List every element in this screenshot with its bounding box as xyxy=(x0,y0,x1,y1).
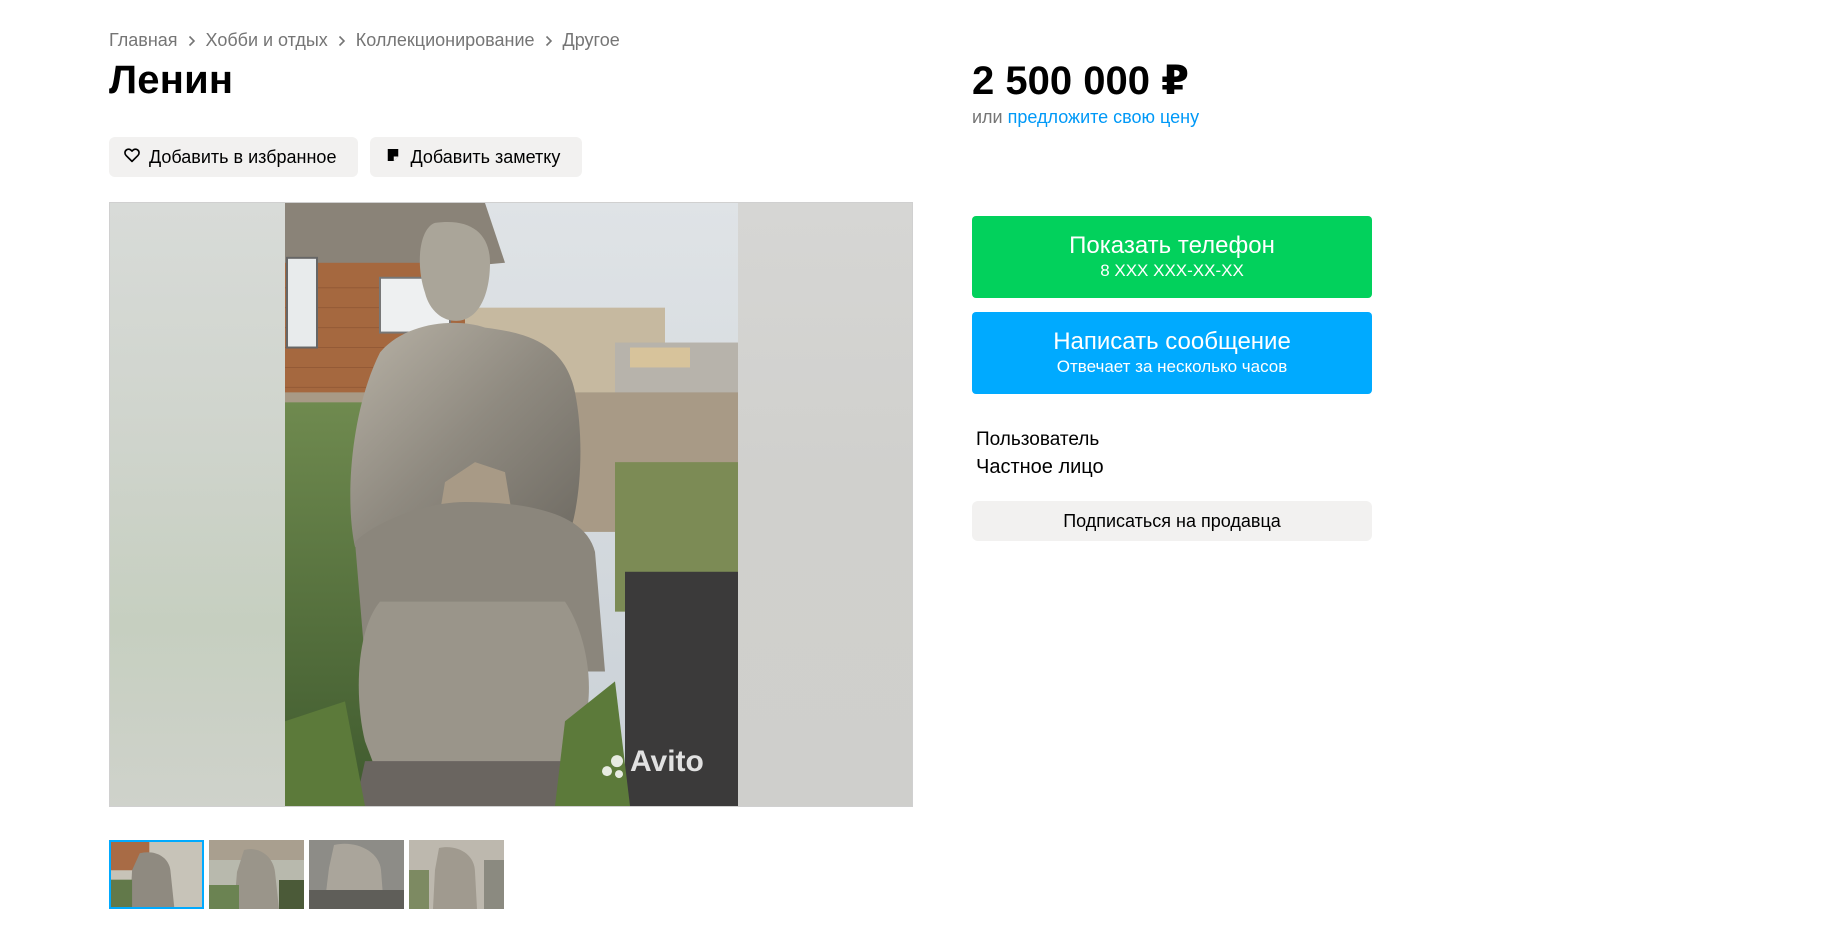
thumbnail-1[interactable] xyxy=(109,840,204,909)
chevron-right-icon xyxy=(188,35,196,47)
thumbnail-3[interactable] xyxy=(309,840,404,909)
gallery-blur-right xyxy=(737,203,912,806)
price: 2 500 000 ₽ xyxy=(972,59,1189,103)
heart-icon xyxy=(123,146,141,169)
show-phone-button[interactable]: Показать телефон 8 XXX XXX-XX-XX xyxy=(972,216,1372,298)
chevron-right-icon xyxy=(338,35,346,47)
phone-masked: 8 XXX XXX-XX-XX xyxy=(1100,261,1244,280)
thumbnail-2[interactable] xyxy=(209,840,304,909)
add-note-label: Добавить заметку xyxy=(410,146,561,167)
breadcrumb-other[interactable]: Другое xyxy=(563,30,620,51)
show-phone-label: Показать телефон xyxy=(1069,232,1275,259)
thumbnail-strip xyxy=(109,840,504,909)
photo-gallery[interactable]: Avito xyxy=(109,202,913,807)
write-message-label: Написать сообщение xyxy=(1053,328,1291,355)
suggest-price-link[interactable]: предложите свою цену xyxy=(1008,107,1199,127)
main-photo[interactable]: Avito xyxy=(285,203,738,806)
breadcrumb-home[interactable]: Главная xyxy=(109,30,178,51)
breadcrumb: Главная Хобби и отдых Коллекционирование… xyxy=(109,30,620,51)
note-icon xyxy=(384,146,402,169)
seller-name[interactable]: Пользователь xyxy=(976,429,1099,451)
write-message-button[interactable]: Написать сообщение Отвечает за несколько… xyxy=(972,312,1372,394)
breadcrumb-collecting[interactable]: Коллекционирование xyxy=(356,30,535,51)
add-to-favorites-label: Добавить в избранное xyxy=(149,146,337,167)
response-time: Отвечает за несколько часов xyxy=(1056,357,1288,376)
listing-actions: Добавить в избранное Добавить заметку xyxy=(109,137,583,177)
avito-watermark: Avito xyxy=(630,745,704,778)
add-note-button[interactable]: Добавить заметку xyxy=(370,137,583,177)
price-offer: или предложите свою цену xyxy=(972,107,1199,128)
add-to-favorites-button[interactable]: Добавить в избранное xyxy=(109,137,359,177)
page-title: Ленин xyxy=(109,58,234,102)
offer-prefix: или xyxy=(972,107,1003,127)
subscribe-seller-button[interactable]: Подписаться на продавца xyxy=(972,501,1372,541)
seller-type: Частное лицо xyxy=(976,456,1104,478)
chevron-right-icon xyxy=(545,35,553,47)
gallery-blur-left xyxy=(110,203,285,806)
breadcrumb-hobby[interactable]: Хобби и отдых xyxy=(206,30,328,51)
thumbnail-4[interactable] xyxy=(409,840,504,909)
